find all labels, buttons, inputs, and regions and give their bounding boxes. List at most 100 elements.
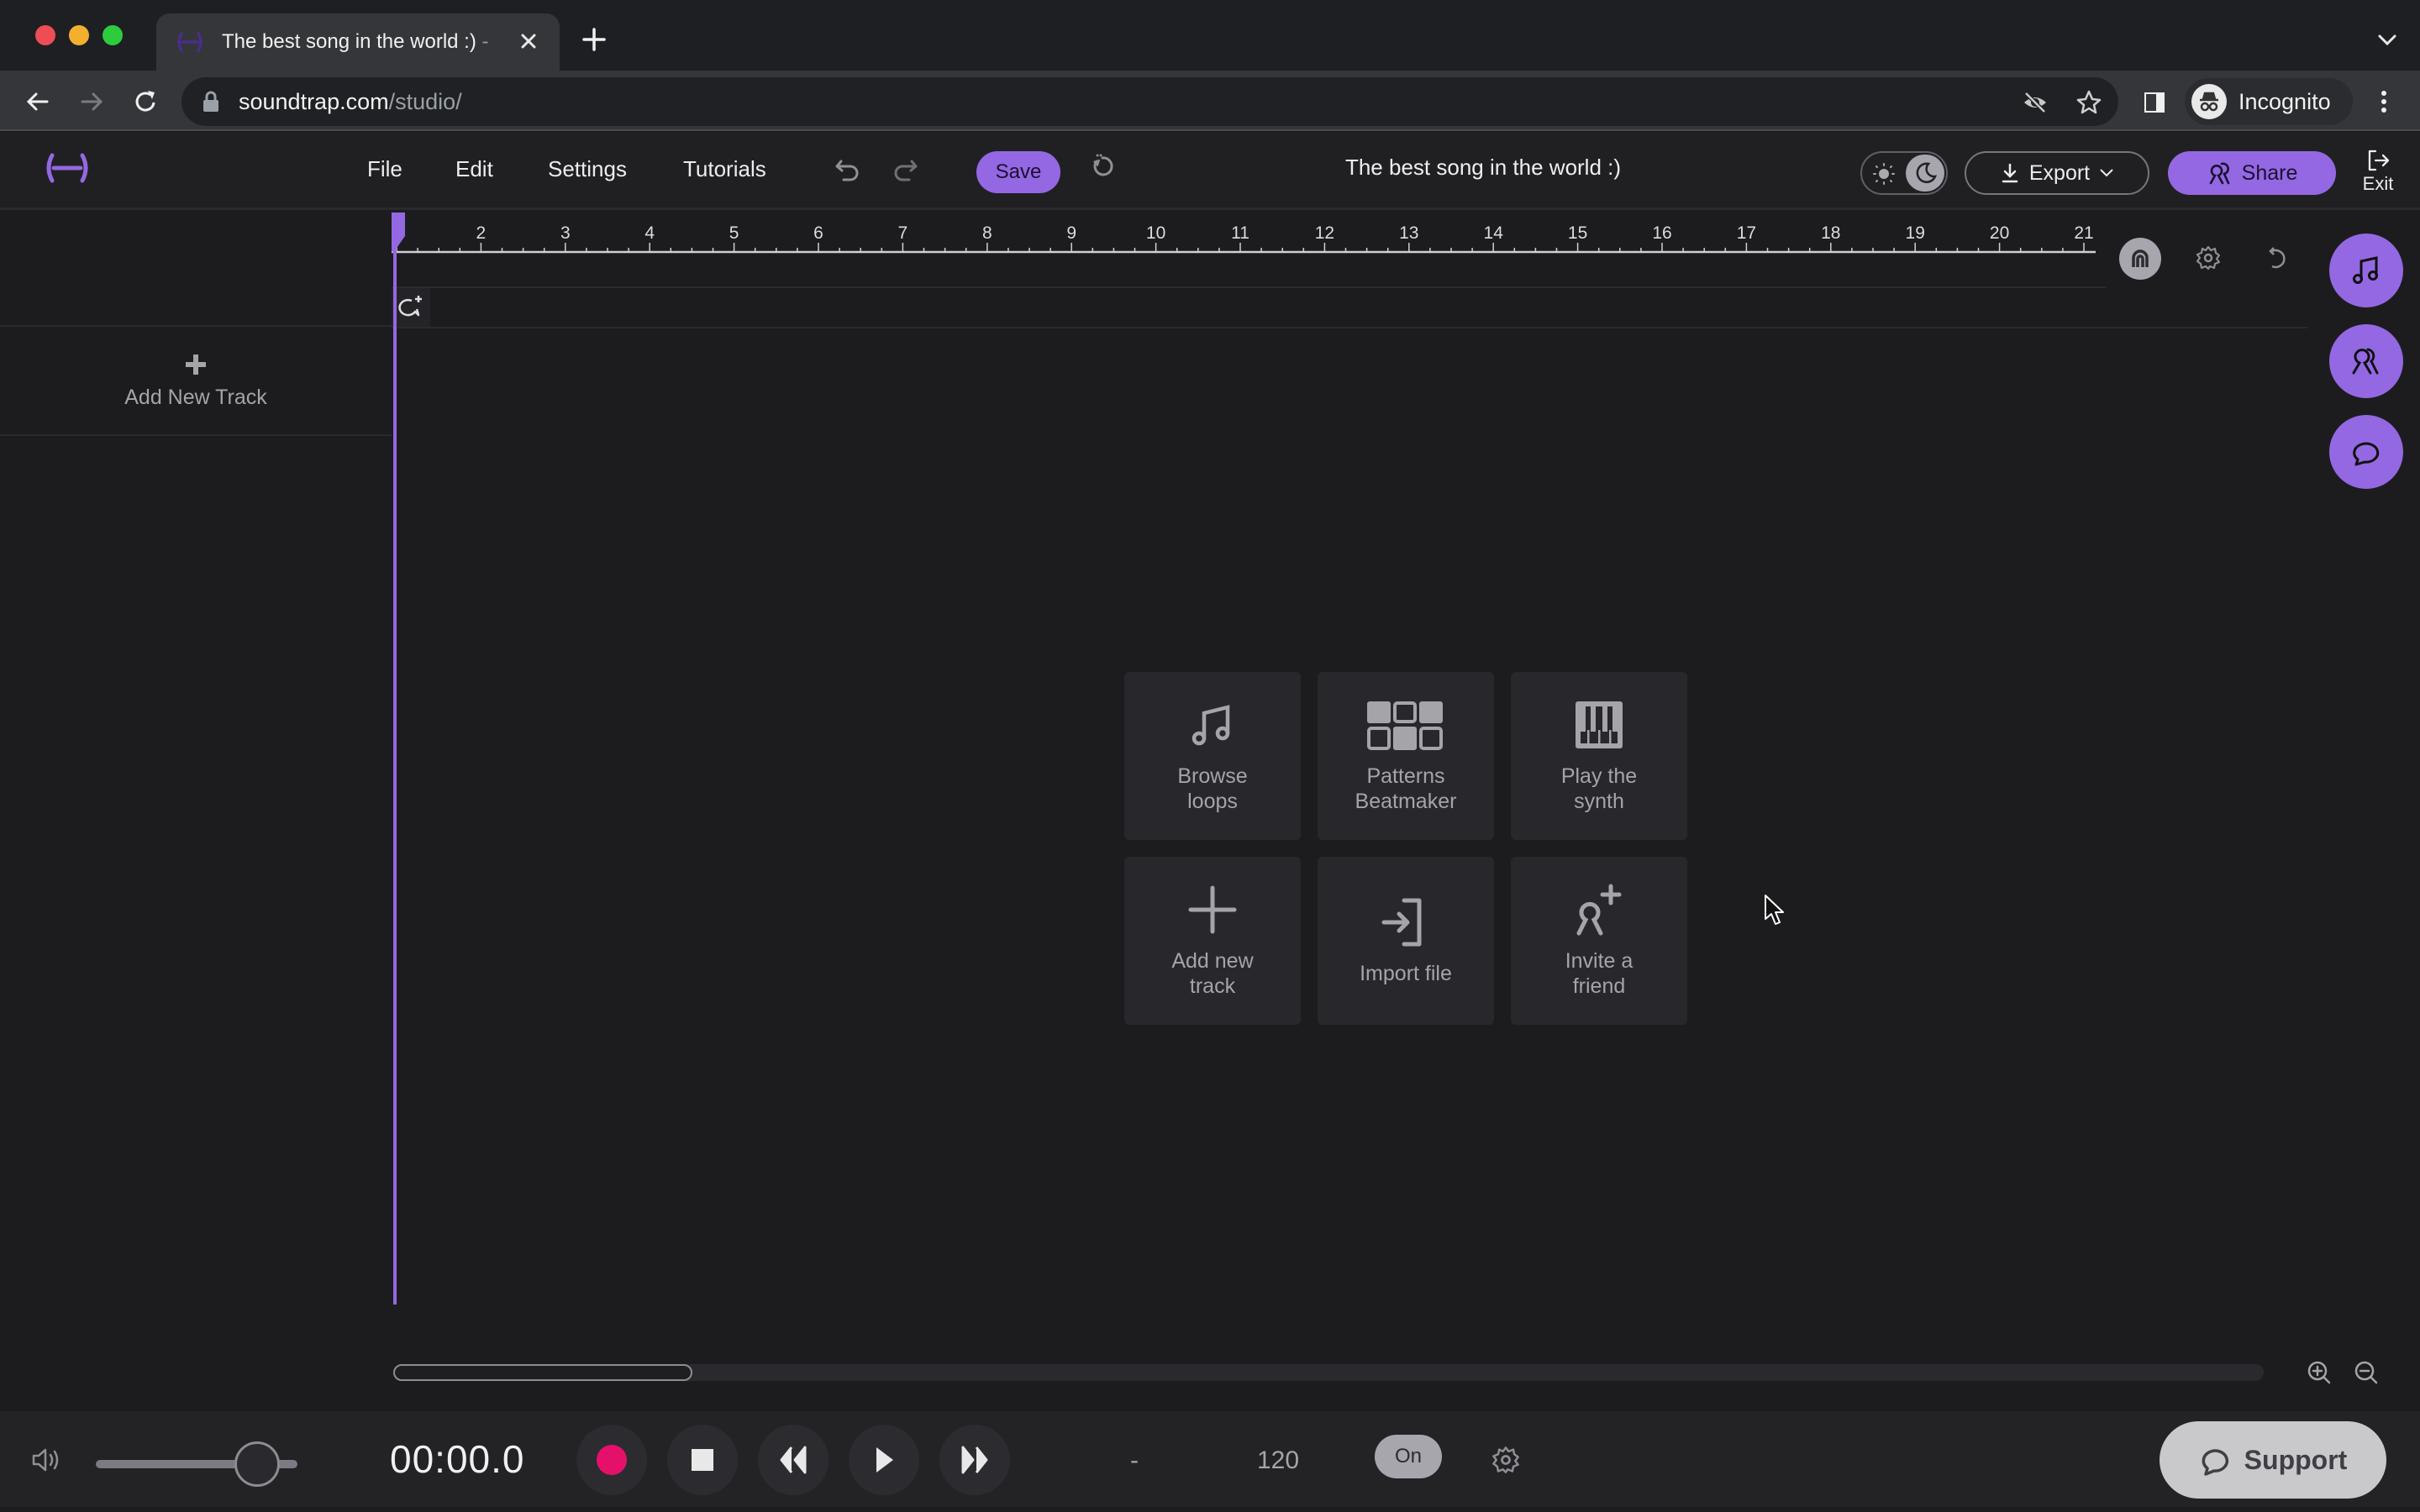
ruler-label: 21 [2074, 223, 2093, 243]
volume-slider[interactable] [96, 1441, 297, 1487]
gear-icon[interactable] [1491, 1445, 1521, 1475]
ruler-label: 13 [1399, 223, 1418, 243]
tempo-display[interactable]: 120 [1257, 1446, 1299, 1475]
save-button[interactable]: Save [976, 151, 1060, 193]
music-note-icon [1192, 705, 1230, 746]
ruler-label: 4 [644, 223, 655, 243]
rewind-button[interactable] [758, 1425, 829, 1495]
side-fab-column [2329, 234, 2407, 506]
add-new-track-card[interactable]: Add new track [1124, 857, 1301, 1025]
profile-label: Incognito [2238, 88, 2331, 114]
scrollbar-thumb[interactable] [393, 1364, 692, 1381]
tab-title: The best song in the world :) [222, 30, 516, 54]
zoom-in-icon[interactable] [2306, 1359, 2333, 1386]
time-display: 00:00.0 [390, 1437, 525, 1481]
key-display[interactable]: - [1130, 1446, 1139, 1475]
fast-forward-icon [961, 1446, 988, 1474]
support-button[interactable]: Support [2160, 1421, 2386, 1499]
window-maximize-button[interactable] [103, 25, 123, 45]
redo-icon[interactable] [891, 156, 919, 185]
export-button[interactable]: Export [1965, 151, 2149, 195]
soundtrap-logo-icon[interactable] [42, 151, 92, 185]
people-icon [2209, 162, 2229, 185]
menu-settings[interactable]: Settings [548, 156, 627, 182]
window-close-button[interactable] [35, 25, 55, 45]
app-header: File Edit Settings Tutorials Save The be… [0, 133, 2420, 210]
browser-toolbar: soundtrap.com/studio/ Incognito [0, 71, 2420, 131]
start-card-label: Browse loops [1177, 764, 1248, 813]
metronome-toggle[interactable]: On [1375, 1435, 1442, 1478]
ruler-label: 19 [1906, 223, 1925, 243]
browser-tab[interactable]: The best song in the world :) [156, 13, 560, 71]
patterns-beatmaker-card[interactable]: Patterns Beatmaker [1318, 672, 1494, 840]
playhead-line[interactable] [393, 238, 397, 1305]
speaker-icon[interactable] [30, 1445, 64, 1475]
menu-file[interactable]: File [367, 156, 402, 182]
add-track-label: Add New Track [124, 385, 267, 409]
browse-loops-card[interactable]: Browse loops [1124, 672, 1301, 840]
volume-slider-knob[interactable] [234, 1441, 280, 1487]
ruler-label: 10 [1146, 223, 1165, 243]
menu-edit[interactable]: Edit [455, 156, 493, 182]
ruler-label: 20 [1990, 223, 2009, 243]
record-icon [597, 1445, 627, 1475]
people-icon [2352, 348, 2379, 375]
eye-off-icon[interactable] [2022, 89, 2049, 116]
new-tab-plus-icon[interactable] [580, 25, 608, 54]
loops-fab[interactable] [2329, 234, 2403, 307]
add-new-track-button[interactable]: Add New Track [0, 327, 392, 436]
collaborators-fab[interactable] [2329, 324, 2403, 398]
stop-button[interactable] [667, 1425, 738, 1495]
import-file-card[interactable]: Import file [1318, 857, 1494, 1025]
invite-friend-card[interactable]: Invite a friend [1511, 857, 1687, 1025]
close-icon[interactable] [516, 29, 541, 54]
play-icon [876, 1447, 893, 1473]
horizontal-scrollbar[interactable] [393, 1364, 2264, 1381]
arrow-right-icon[interactable] [76, 86, 108, 118]
history-icon[interactable] [1089, 151, 1118, 180]
zoom-out-icon[interactable] [2353, 1359, 2380, 1386]
timeline-ruler[interactable]: 2 3 4 5 6 7 8 9 10 11 12 13 14 15 16 17 18 19 20 21 [392, 213, 2106, 288]
chat-fab[interactable] [2329, 415, 2403, 489]
share-label: Share [2241, 160, 2298, 185]
chevron-down-icon[interactable] [2376, 30, 2398, 49]
add-person-icon [1576, 884, 1622, 936]
ruler-label: 15 [1568, 223, 1587, 243]
project-title[interactable]: The best song in the world :) [1260, 155, 1706, 181]
start-card-label: Patterns Beatmaker [1355, 764, 1457, 813]
window-minimize-button[interactable] [69, 25, 89, 45]
export-label: Export [2028, 160, 2091, 185]
comment-lane [392, 288, 2307, 328]
incognito-profile-chip[interactable]: Incognito [2185, 78, 2353, 125]
undo-icon[interactable] [834, 156, 862, 185]
sun-icon[interactable] [1872, 162, 1896, 186]
theme-toggle[interactable] [1860, 151, 1948, 195]
kebab-menu-icon[interactable] [2368, 86, 2400, 118]
star-icon[interactable] [2075, 89, 2102, 116]
magnet-snap-icon[interactable] [2119, 238, 2161, 280]
side-panel-icon[interactable] [2138, 86, 2170, 118]
soundtrap-logo-icon [177, 32, 203, 52]
ruler-label: 6 [813, 223, 823, 243]
play-button[interactable] [849, 1425, 919, 1495]
stop-icon [692, 1449, 713, 1471]
start-card-label: Add new track [1171, 949, 1254, 998]
moon-icon[interactable] [1906, 155, 1944, 192]
address-bar[interactable]: soundtrap.com/studio/ [182, 77, 2118, 126]
ruler-label: 11 [1231, 223, 1249, 243]
music-note-icon [2353, 256, 2378, 284]
start-card-label: Invite a friend [1565, 949, 1634, 998]
fast-forward-button[interactable] [939, 1425, 1010, 1495]
comment-add-icon[interactable] [392, 288, 430, 327]
menu-tutorials[interactable]: Tutorials [683, 156, 766, 182]
gear-icon[interactable] [2195, 244, 2222, 271]
track-header-spacer [0, 213, 392, 327]
loop-icon[interactable] [2262, 244, 2289, 271]
reload-icon[interactable] [129, 86, 161, 118]
record-button[interactable] [576, 1425, 647, 1495]
arrow-left-icon[interactable] [22, 86, 54, 118]
play-synth-card[interactable]: Play the synth [1511, 672, 1687, 840]
exit-button[interactable]: Exit [2353, 148, 2403, 202]
share-button[interactable]: Share [2168, 151, 2336, 195]
ruler-ticks: 2 3 4 5 6 7 8 9 10 11 12 13 14 15 16 17 18 19 20 21 [392, 213, 2096, 254]
